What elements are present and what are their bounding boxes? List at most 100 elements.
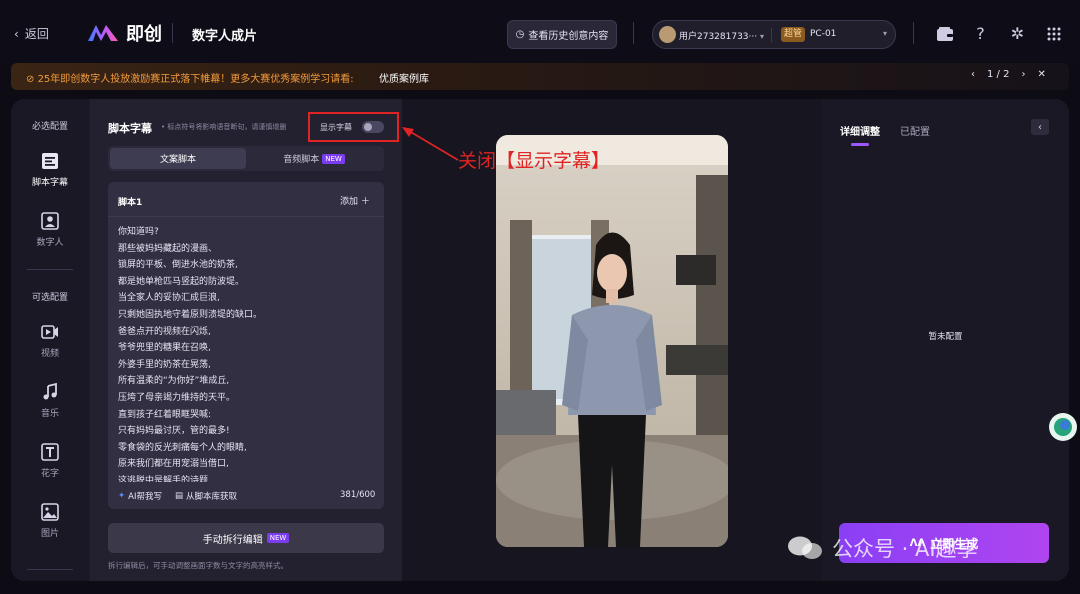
add-label: 添加 bbox=[340, 197, 359, 207]
empty-state: 暂未配置 bbox=[928, 332, 963, 342]
adjust-panel: 详细调整 已配置 ‹ 暂未配置 ᐱᐱ 立即生成 bbox=[822, 99, 1069, 581]
script-line: 只有妈妈最讨厌，管的最多! bbox=[118, 426, 230, 437]
script-type-tabs: 文案脚本 音频脚本 NEW bbox=[108, 146, 384, 171]
ai-sparkle-icon: ✦ bbox=[118, 491, 126, 501]
prev-icon[interactable]: ‹ bbox=[971, 69, 975, 80]
script-text-editor[interactable]: 你知道吗? 那些被妈妈藏起的漫画、锁屏的平板、倒进水池的奶茶, 都是她单枪匹马竖起的… bbox=[118, 224, 378, 490]
nav-item-script[interactable]: 脚本字幕 bbox=[11, 151, 89, 188]
user-name: 用户273281733··· ▾ bbox=[679, 32, 765, 42]
app-logo[interactable]: 即创 bbox=[86, 20, 162, 46]
nav-label: 脚本字幕 bbox=[31, 178, 68, 188]
tab-label: 音频脚本 bbox=[283, 155, 320, 165]
char-count: 381/600 bbox=[340, 490, 376, 500]
video-icon bbox=[41, 325, 58, 339]
divider bbox=[913, 22, 914, 44]
logo-icon bbox=[88, 25, 118, 41]
nav-item-music[interactable]: 音乐 bbox=[11, 382, 89, 419]
notice-pager: ‹ 1 / 2 › ✕ bbox=[971, 69, 1046, 80]
script-line: 外婆手里的奶茶在晃荡, bbox=[118, 359, 211, 370]
nav-label: 音乐 bbox=[40, 409, 59, 419]
digital-human-preview[interactable] bbox=[496, 135, 728, 547]
tab-copy-script[interactable]: 文案脚本 bbox=[110, 148, 246, 169]
left-nav: 必选配置 脚本字幕 数字人 可选配置 视频 音乐 花字 图片 bbox=[11, 99, 89, 581]
script-line: 都是她单枪匹马竖起的防波堤。 bbox=[118, 276, 245, 287]
active-tab-indicator bbox=[851, 143, 869, 146]
close-icon[interactable]: ✕ bbox=[1037, 69, 1045, 80]
divider bbox=[172, 23, 173, 43]
avatar bbox=[659, 26, 676, 43]
nav-item-text-effect[interactable]: 花字 bbox=[11, 442, 89, 479]
digital-human-icon bbox=[41, 212, 59, 230]
wechat-icon bbox=[788, 536, 822, 559]
case-library-link[interactable]: 优质案例库 bbox=[379, 70, 429, 85]
caret-down-icon: ▾ bbox=[760, 32, 765, 41]
show-subtitle-toggle[interactable] bbox=[362, 121, 384, 133]
nav-label: 数字人 bbox=[36, 238, 64, 248]
from-library-button[interactable]: ▤ 从脚本库获取 bbox=[175, 490, 237, 502]
script-line: 爷爷兜里的糖果在召唤, bbox=[118, 343, 211, 354]
music-icon bbox=[43, 382, 57, 400]
text-effect-icon bbox=[41, 443, 59, 461]
tab-label: 文案脚本 bbox=[159, 155, 196, 165]
script-line: 你知道吗? bbox=[118, 227, 159, 237]
role-badge: 超管 bbox=[781, 27, 806, 42]
script-line: 那些被妈妈藏起的漫画、 bbox=[118, 243, 218, 254]
script-line: 原来我们都在用宠溺当借口, bbox=[118, 459, 229, 470]
next-icon[interactable]: › bbox=[1021, 69, 1025, 80]
image-icon bbox=[41, 503, 59, 521]
wallet-icon[interactable] bbox=[931, 20, 958, 47]
script-line: 锁屏的平板、倒进水池的奶茶, bbox=[118, 260, 238, 271]
script-line: 直到孩子红着眼眶哭喊: bbox=[118, 409, 212, 420]
page-title: 数字人成片 bbox=[192, 29, 258, 44]
divider bbox=[27, 269, 73, 270]
divider bbox=[108, 216, 384, 217]
collapse-panel-icon[interactable]: ‹ bbox=[1031, 119, 1049, 135]
nav-label: 花字 bbox=[40, 469, 59, 479]
nav-item-video[interactable]: 视频 bbox=[11, 322, 89, 359]
script-subtitle-icon bbox=[42, 153, 58, 169]
plus-icon: ＋ bbox=[360, 197, 370, 207]
history-button-label: 查看历史创意内容 bbox=[528, 31, 609, 42]
annotation-arrow bbox=[402, 127, 459, 161]
required-header: 必选配置 bbox=[31, 122, 68, 132]
from-library-label: 从脚本库获取 bbox=[186, 492, 238, 502]
optional-header: 可选配置 bbox=[31, 293, 68, 303]
panel-title: 脚本字幕 bbox=[108, 122, 152, 135]
split-label: 手动拆行编辑 bbox=[202, 534, 263, 546]
back-label: 返回 bbox=[24, 27, 49, 41]
nav-item-digital-human[interactable]: 数字人 bbox=[11, 211, 89, 248]
divider bbox=[27, 569, 73, 570]
new-badge: NEW bbox=[322, 153, 345, 164]
script-line: 爸爸点开的视频在闪烁, bbox=[118, 326, 211, 337]
tab-configured[interactable]: 已配置 bbox=[900, 123, 930, 138]
nav-label: 图片 bbox=[40, 529, 59, 539]
script-card-title: 脚本1 bbox=[118, 198, 143, 208]
nav-item-image[interactable]: 图片 bbox=[11, 502, 89, 539]
notice-text: ⊘ 25年即创数字人投放激励赛正式落下帷幕！更多大赛优秀案例学习请看: bbox=[26, 74, 354, 85]
assistant-float-icon[interactable] bbox=[1049, 413, 1077, 441]
watermark: 公众号 · AI趣享 bbox=[786, 533, 978, 563]
manual-split-button[interactable]: 手动拆行编辑 NEW bbox=[108, 523, 384, 553]
add-script-button[interactable]: 添加 ＋ bbox=[340, 194, 370, 207]
caret-down-icon: ▾ bbox=[883, 29, 888, 38]
apps-grid-icon[interactable] bbox=[1040, 20, 1067, 47]
history-button[interactable]: ◷ 查看历史创意内容 bbox=[507, 20, 617, 49]
help-icon[interactable]: ? bbox=[967, 20, 994, 47]
tab-detail-adjust[interactable]: 详细调整 bbox=[840, 123, 880, 138]
watermark-text: 公众号 · AI趣享 bbox=[832, 537, 978, 561]
tab-audio-script[interactable]: 音频脚本 NEW bbox=[246, 148, 382, 169]
device-name: PC-01 bbox=[810, 29, 837, 39]
script-card: 脚本1 添加 ＋ 你知道吗? 那些被妈妈藏起的漫画、锁屏的平板、倒进水池的奶茶, 都… bbox=[108, 182, 384, 509]
toggle-label: 显示字幕 bbox=[320, 123, 352, 132]
script-line: 只剩她固执地守着原则溃堤的缺口。 bbox=[118, 309, 263, 320]
document-icon: ▤ bbox=[175, 491, 184, 501]
clock-icon: ◷ bbox=[515, 29, 525, 40]
ai-write-button[interactable]: ✦ AI帮我写 bbox=[118, 490, 162, 502]
settings-icon[interactable]: ✲ bbox=[1004, 20, 1031, 47]
annotation-callout: 关闭【显示字幕】 bbox=[458, 150, 611, 172]
back-button[interactable]: ‹ 返回 bbox=[14, 25, 49, 42]
account-selector[interactable]: 用户273281733··· ▾ 超管 PC-01 ▾ bbox=[652, 20, 896, 49]
divider bbox=[633, 22, 634, 44]
ai-write-label: AI帮我写 bbox=[128, 492, 162, 502]
chevron-left-icon: ‹ bbox=[14, 26, 19, 41]
